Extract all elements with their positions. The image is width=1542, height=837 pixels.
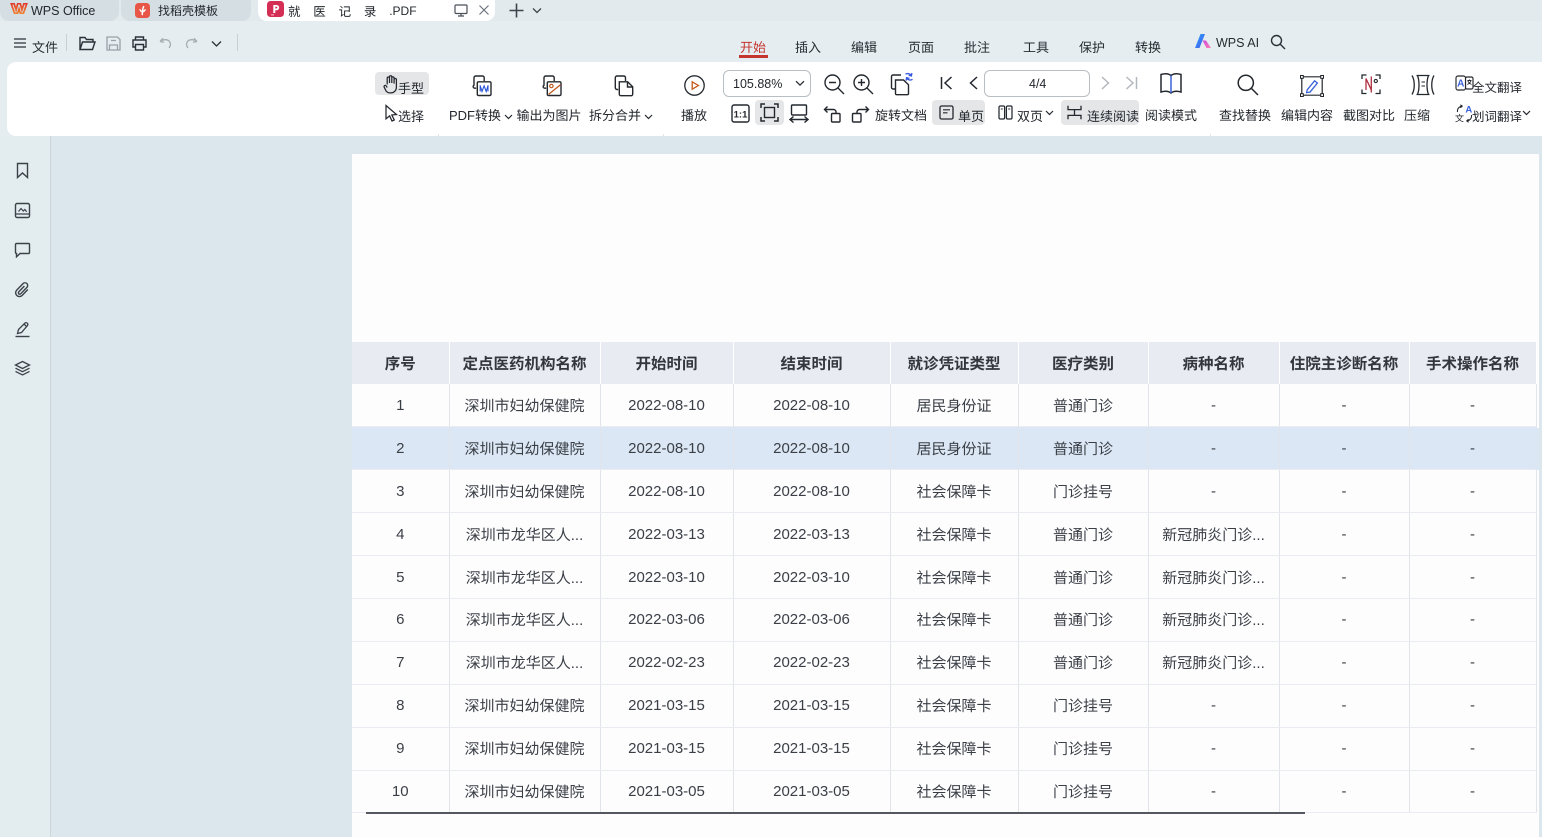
svg-text:1:1: 1:1	[734, 110, 748, 121]
svg-text:A: A	[1457, 79, 1464, 90]
svg-text:文: 文	[1455, 112, 1464, 124]
